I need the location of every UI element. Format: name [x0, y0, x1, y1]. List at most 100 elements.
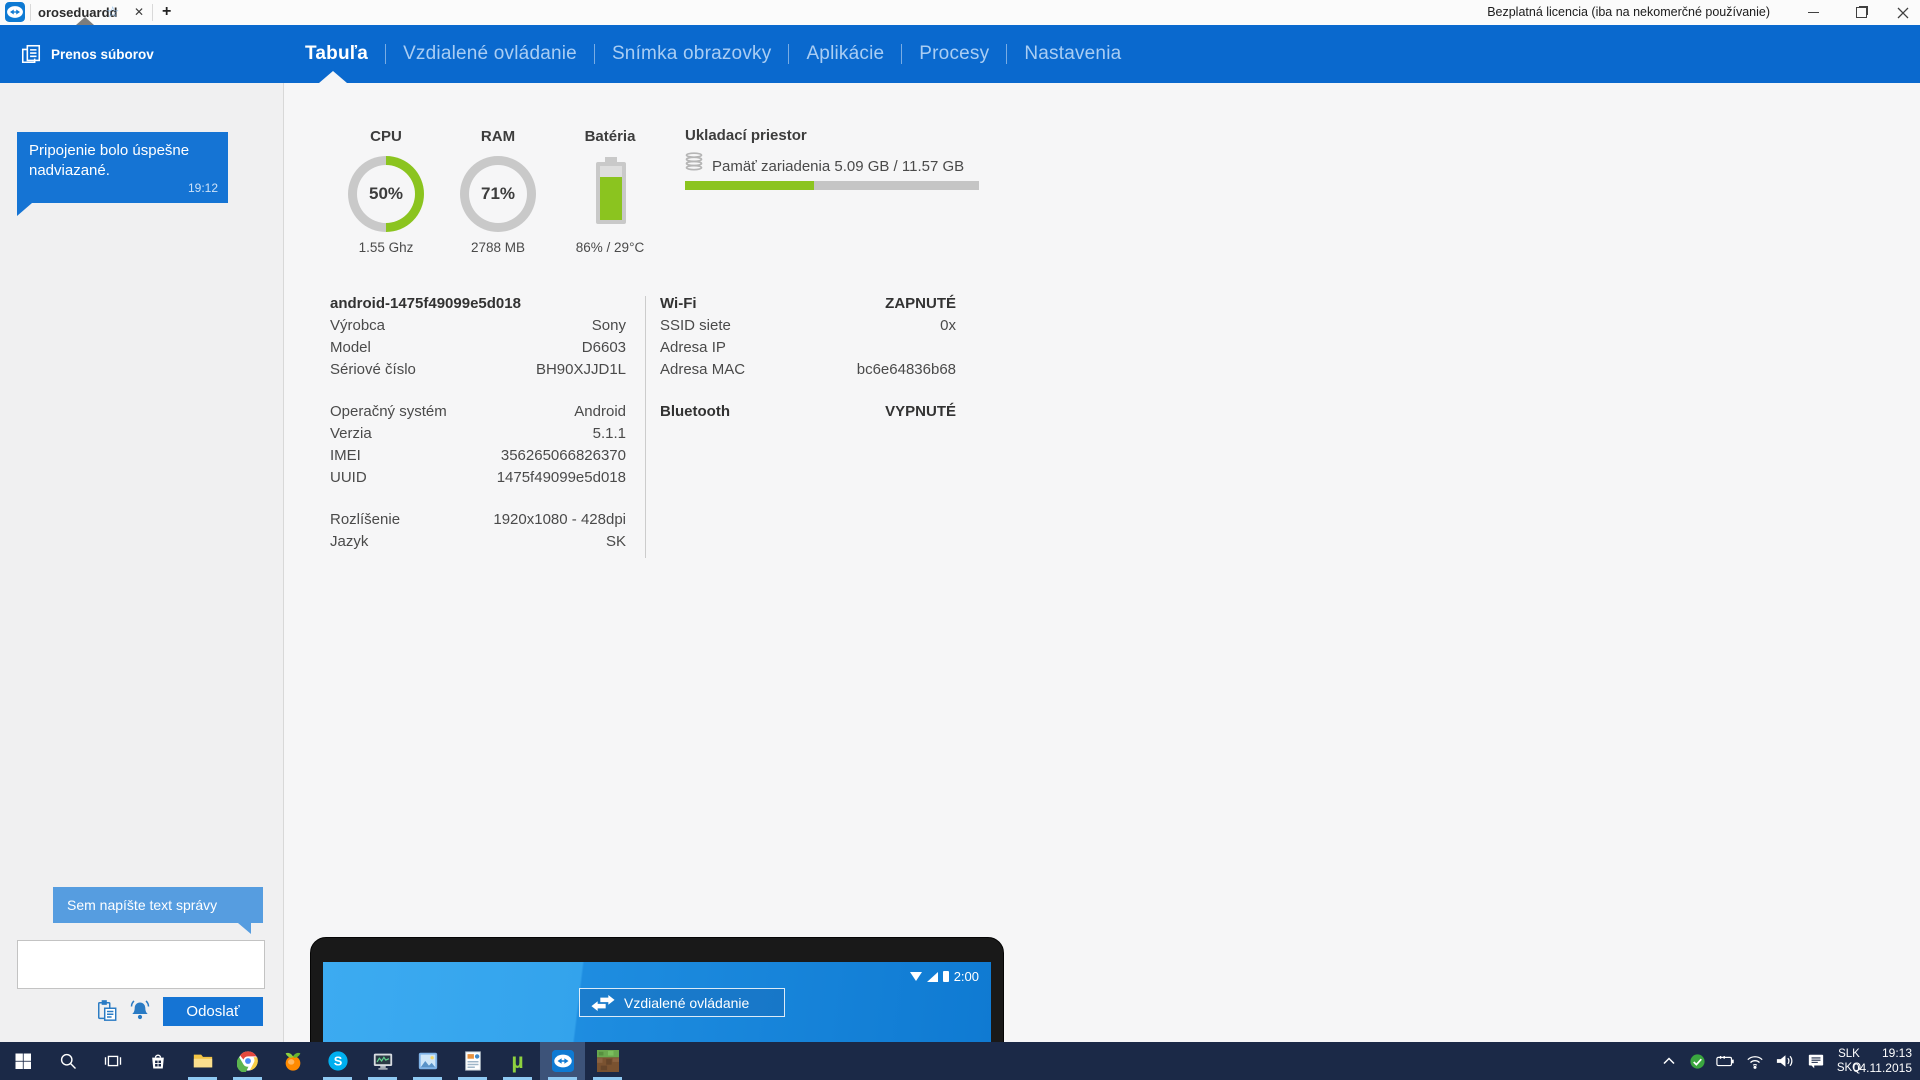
chat-message-bubble: Pripojenie bolo úspešne nadviazané. 19:1… [17, 132, 228, 203]
clock-date: 04.11.2015 [1853, 1061, 1912, 1076]
file-transfer-button[interactable]: Prenos súborov [20, 25, 154, 83]
taskbar-icon-photos[interactable] [405, 1042, 450, 1080]
search-icon [58, 1051, 78, 1071]
info-row: JazykSK [330, 531, 626, 553]
taskbar-icon-teamviewer[interactable] [540, 1042, 585, 1080]
teamviewer-icon [552, 1050, 574, 1072]
ram-detail: 2788 MB [438, 240, 558, 255]
taskbar-icon-store[interactable] [135, 1042, 180, 1080]
fl-studio-icon [282, 1050, 304, 1072]
favorite-star-icon[interactable]: ☆ [106, 0, 119, 25]
tab-separator [152, 4, 153, 21]
new-tab-button[interactable]: + [162, 0, 171, 25]
task-view-button[interactable] [90, 1042, 135, 1080]
speaker-icon [1775, 1053, 1794, 1069]
taskbar-icon-fl-studio[interactable] [270, 1042, 315, 1080]
taskbar-search-button[interactable] [45, 1042, 90, 1080]
ram-gauge: 71% [460, 156, 536, 232]
tab-settings[interactable]: Nastavenia [1007, 43, 1138, 65]
cpu-percent: 50% [348, 156, 424, 232]
tab-screenshot[interactable]: Snímka obrazovky [595, 43, 789, 65]
file-explorer-icon [192, 1050, 214, 1072]
battery-plug-icon [1716, 1054, 1736, 1068]
info-row: SSID siete0x [660, 315, 956, 337]
device-info-column: android-1475f49099e5d018 VýrobcaSony Mod… [330, 293, 626, 553]
close-button[interactable] [1886, 0, 1920, 25]
info-row: Adresa IP [660, 337, 956, 359]
chat-message-text: Pripojenie bolo úspešne nadviazané. [29, 142, 189, 179]
toast-label: Vzdialené ovládanie [624, 995, 749, 1011]
double-arrow-icon [591, 995, 615, 1011]
phone-status-bar: 2:00 [910, 969, 979, 984]
clock-time: 19:13 [1853, 1046, 1912, 1061]
taskbar-icon-skype[interactable]: S [315, 1042, 360, 1080]
info-row: IMEI356265066826370 [330, 445, 626, 467]
store-icon [148, 1051, 168, 1071]
taskbar-icon-minecraft[interactable] [585, 1042, 630, 1080]
chat-bubble-tail [17, 203, 32, 216]
battery-fill [600, 177, 622, 220]
clipboard-icon[interactable] [96, 999, 118, 1023]
tab-applications[interactable]: Aplikácie [789, 43, 901, 65]
tab-separator [30, 4, 31, 21]
system-monitor-icon [372, 1050, 394, 1072]
chat-input-tooltip: Sem napíšte text správy [53, 887, 263, 923]
info-row: Rozlíšenie1920x1080 - 428dpi [330, 509, 626, 531]
taskbar-icon-utorrent[interactable]: µ [495, 1042, 540, 1080]
taskbar-icon-system-monitor[interactable] [360, 1042, 405, 1080]
taskbar-icon-document[interactable] [450, 1042, 495, 1080]
restore-button[interactable] [1844, 0, 1878, 25]
minimize-button[interactable] [1796, 0, 1830, 25]
tab-remote-control[interactable]: Vzdialené ovládanie [386, 43, 594, 65]
skype-icon: S [327, 1050, 349, 1072]
cpu-detail: 1.55 Ghz [326, 240, 446, 255]
battery-label: Batéria [572, 128, 648, 145]
tray-volume-icon[interactable] [1769, 1042, 1799, 1080]
svg-text:S: S [333, 1054, 342, 1069]
taskbar: S [0, 1042, 1920, 1080]
nav-bar: Prenos súborov Tabuľa Vzdialené ovládani… [0, 25, 1920, 83]
minecraft-icon [597, 1050, 619, 1072]
tab-close-icon[interactable]: ✕ [134, 0, 144, 25]
chevron-up-icon [1662, 1056, 1676, 1066]
action-center-icon [1807, 1053, 1825, 1070]
column-divider [645, 296, 646, 558]
buzz-bell-icon[interactable] [128, 998, 152, 1023]
task-view-icon [103, 1051, 123, 1071]
windows-logo-icon [13, 1051, 33, 1071]
close-icon [1897, 7, 1909, 19]
phone-wifi-icon [910, 972, 922, 981]
tab-dashboard[interactable]: Tabuľa [288, 43, 385, 65]
ram-label: RAM [460, 128, 536, 145]
photos-icon [417, 1050, 439, 1072]
cpu-label: CPU [348, 128, 424, 145]
wifi-row: Wi-FiZAPNUTÉ [660, 293, 956, 315]
action-center-button[interactable] [1801, 1042, 1831, 1080]
utorrent-icon: µ [511, 1051, 523, 1072]
file-transfer-icon [20, 43, 42, 65]
tray-expand-button[interactable] [1655, 1042, 1683, 1080]
tray-sync-app[interactable] [1683, 1042, 1711, 1080]
phone-clock: 2:00 [954, 969, 979, 984]
info-row: VýrobcaSony [330, 315, 626, 337]
start-button[interactable] [0, 1042, 45, 1080]
taskbar-icon-chrome[interactable] [225, 1042, 270, 1080]
tray-network-icon[interactable] [1741, 1042, 1769, 1080]
taskbar-icon-file-explorer[interactable] [180, 1042, 225, 1080]
chat-message-time: 19:12 [188, 178, 218, 198]
tab-processes[interactable]: Procesy [902, 43, 1006, 65]
taskbar-clock[interactable]: 19:13 04.11.2015 [1853, 1042, 1912, 1080]
info-row: UUID1475f49099e5d018 [330, 467, 626, 489]
storage-bar [685, 181, 979, 190]
chat-input[interactable] [17, 940, 265, 989]
info-row: Sériové čísloBH90XJJD1L [330, 359, 626, 381]
send-button[interactable]: Odoslať [163, 997, 263, 1026]
sync-check-icon [1689, 1053, 1706, 1070]
tray-battery-icon[interactable] [1711, 1042, 1741, 1080]
battery-gauge [596, 157, 626, 224]
ram-percent: 71% [460, 156, 536, 232]
title-bar: oroseduardd ☆ ✕ + Bezplatná licencia (ib… [0, 0, 1920, 25]
storage-disk-icon [684, 151, 704, 171]
wifi-state: ZAPNUTÉ [885, 293, 956, 315]
bluetooth-state: VYPNUTÉ [885, 401, 956, 423]
